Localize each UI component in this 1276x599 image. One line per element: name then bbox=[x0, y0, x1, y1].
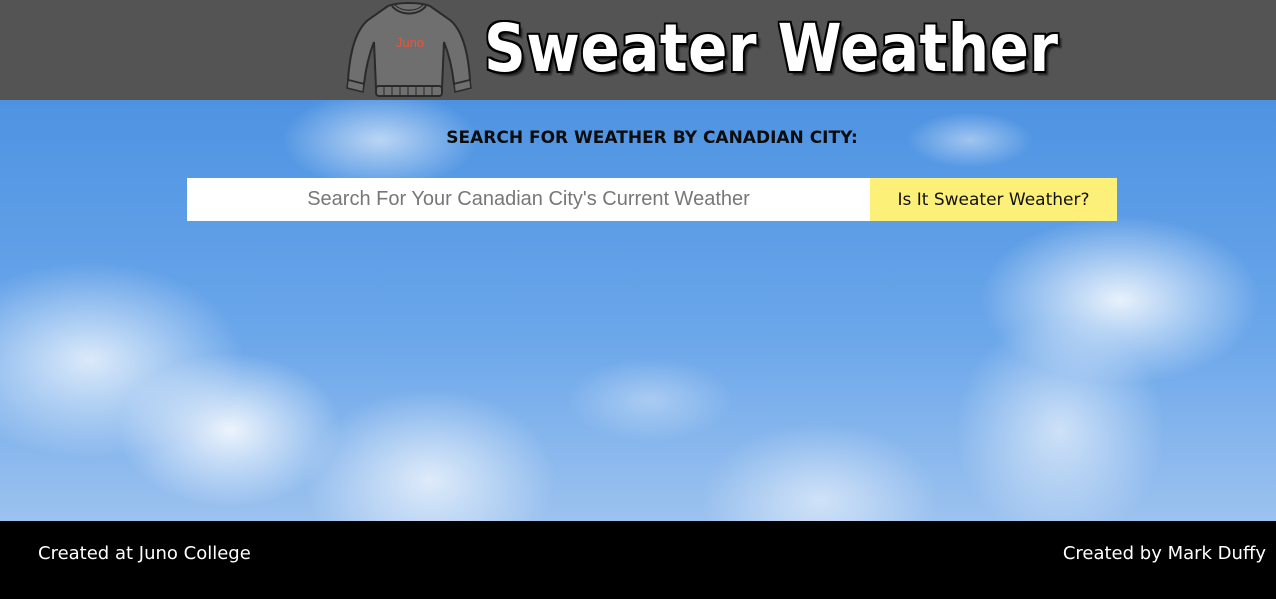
main-section: SEARCH FOR WEATHER BY CANADIAN CITY: Is … bbox=[0, 100, 1276, 521]
logo-text: Juno bbox=[396, 35, 424, 50]
sweater-weather-button[interactable]: Is It Sweater Weather? bbox=[870, 178, 1117, 221]
site-footer: Created at Juno College Created by Mark … bbox=[0, 521, 1276, 599]
site-header: Juno Sweater Weather bbox=[0, 0, 1276, 100]
city-search-input[interactable] bbox=[187, 178, 870, 221]
search-heading: SEARCH FOR WEATHER BY CANADIAN CITY: bbox=[446, 128, 858, 148]
site-title: Sweater Weather bbox=[484, 10, 1059, 87]
search-form: Is It Sweater Weather? bbox=[187, 178, 1117, 221]
footer-credit-college: Created at Juno College bbox=[38, 543, 251, 564]
footer-credit-author: Created by Mark Duffy bbox=[1062, 543, 1266, 564]
sweater-logo-icon: Juno bbox=[346, 2, 472, 97]
